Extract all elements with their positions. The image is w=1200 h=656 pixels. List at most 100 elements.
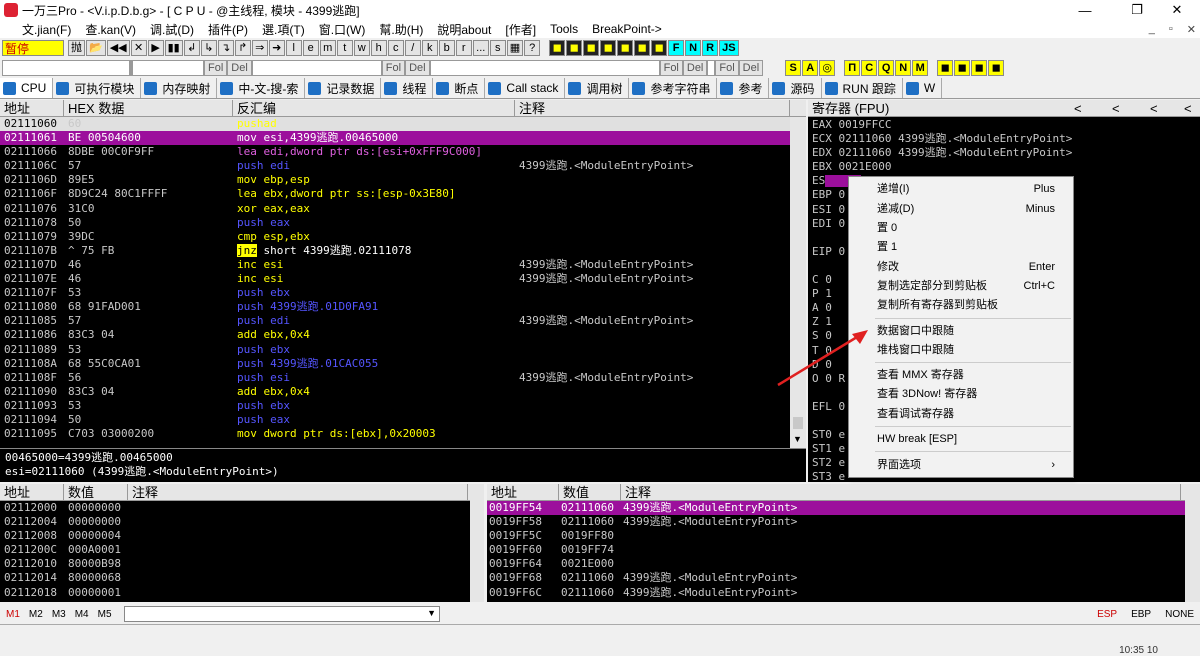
stack-row[interactable]: 0019FF5C 0019FF80 [487, 529, 1200, 543]
stack-row[interactable]: 0019FF60 0019FF74 [487, 543, 1200, 557]
toolbar-right-button-6[interactable]: ◼ [651, 40, 668, 56]
toolbar-right-button-4[interactable]: ◼ [617, 40, 634, 56]
toolbar-right-button-9[interactable]: R [702, 40, 719, 56]
mdi-close-button[interactable]: ✕ [1187, 23, 1196, 36]
toolbar-button-13[interactable]: e [302, 40, 319, 56]
col-disasm[interactable]: 反汇编 [233, 100, 515, 117]
delete-button-2[interactable]: Del [405, 60, 430, 76]
stack-row[interactable]: 0019FF58 02111060 4399逃跑.<ModuleEntryPoint… [487, 515, 1200, 529]
toolbar-button-3[interactable]: ✕ [130, 40, 147, 56]
stack-row[interactable]: 0019FF54 02111060 4399逃跑.<ModuleEntryPoint… [487, 501, 1200, 516]
menu-item-2[interactable]: 调.試(D) [150, 21, 194, 38]
toolbar-button-8[interactable]: ↴ [217, 40, 234, 56]
command-input-1[interactable] [2, 60, 130, 76]
toolbar-button-12[interactable]: l [285, 40, 302, 56]
context-menu-item-2[interactable]: 置 0 [849, 219, 1073, 238]
toolbar-right-button-10[interactable]: JS [719, 40, 739, 56]
mdi-minimize-button[interactable]: _ [1149, 23, 1155, 35]
register-line[interactable]: EDX 02111060 4399逃跑.<ModuleEntryPoint> [808, 146, 1200, 160]
dump-col-value[interactable]: 数值 [64, 484, 128, 501]
dump-pane[interactable]: 地址 数值 注释 02112000 00000000 02112004 0000000… [0, 484, 484, 602]
context-menu-item-8[interactable]: 堆栈窗口中跟随 [849, 341, 1073, 360]
mdi-restore-button[interactable]: ▫ [1169, 23, 1173, 35]
command-input-4[interactable] [429, 60, 660, 76]
toolbar-button-23[interactable]: ... [472, 40, 489, 56]
command-line-input[interactable]: ▼ [124, 606, 440, 622]
disasm-row[interactable]: 0211107B ^ 75 FB jnz short 4399逃跑.02111078 [0, 243, 806, 258]
toolbar-button-2[interactable]: ◀◀ [106, 40, 130, 56]
tab-0[interactable]: CPU [0, 78, 54, 98]
toolbar-button-6[interactable]: ↲ [183, 40, 200, 56]
toolbar-button-17[interactable]: h [370, 40, 387, 56]
tab-1[interactable]: 可执行模块 [53, 78, 142, 98]
mark-button-0[interactable]: M1 [6, 609, 20, 620]
disasm-row[interactable]: 02111080 68 91FAD001 push 4399逃跑.01D0FA91 [0, 300, 806, 314]
disassembly-pane[interactable]: 地址 HEX 数据 反汇编 注释 02111060 60 pushad 0211106… [0, 100, 806, 448]
plugin-button-4[interactable]: C [861, 60, 878, 76]
plugin-button-5[interactable]: Q [878, 60, 895, 76]
reg-nav-1[interactable]: < [1070, 100, 1082, 117]
follow-button-4[interactable]: Fol [715, 60, 739, 76]
plugin-button-8[interactable]: ◼ [937, 60, 954, 76]
tab-4[interactable]: 记录数据 [305, 78, 382, 98]
plugin-button-9[interactable]: ◼ [954, 60, 971, 76]
toolbar-button-15[interactable]: t [336, 40, 353, 56]
toolbar-button-7[interactable]: ↳ [200, 40, 217, 56]
delete-button-1[interactable]: Del [227, 60, 252, 76]
context-menu-item-6[interactable]: 复制所有寄存器到剪贴板 [849, 296, 1073, 315]
menu-item-7[interactable]: 說明about [437, 21, 491, 38]
disasm-row[interactable]: 02111066 8DBE 00C0F9FF lea edi,dword ptr d… [0, 145, 806, 159]
command-input-2[interactable] [132, 60, 204, 76]
toolbar-button-19[interactable]: / [404, 40, 421, 56]
context-menu-item-10[interactable]: 查看 3DNow! 寄存器 [849, 385, 1073, 404]
menu-item-1[interactable]: 查.kan(V) [85, 21, 136, 38]
plugin-button-10[interactable]: ◼ [971, 60, 988, 76]
toolbar-right-button-2[interactable]: ◼ [583, 40, 600, 56]
register-line[interactable]: EAX 0019FFCC [808, 118, 1200, 132]
menu-item-9[interactable]: Tools [550, 22, 578, 36]
plugin-button-6[interactable]: N [895, 60, 912, 76]
plugin-button-11[interactable]: ◼ [988, 60, 1005, 76]
disasm-row[interactable]: 02111093 53 push ebx [0, 399, 806, 413]
toolbar-right-button-3[interactable]: ◼ [600, 40, 617, 56]
disasm-row[interactable]: 02111090 83C3 04 add ebx,0x4 [0, 385, 806, 399]
tab-8[interactable]: 调用树 [565, 78, 630, 98]
command-input-3[interactable] [251, 60, 382, 76]
toolbar-button-5[interactable]: ▮▮ [164, 40, 183, 56]
menu-item-6[interactable]: 幫.助(H) [379, 21, 423, 38]
col-hex[interactable]: HEX 数据 [64, 100, 233, 117]
context-menu-item-5[interactable]: 复制选定部分到剪贴板 Ctrl+C [849, 277, 1073, 296]
toolbar-button-10[interactable]: ⇒ [251, 40, 268, 56]
toolbar-button-26[interactable]: ? [524, 40, 541, 56]
disasm-row[interactable]: 0211106D 89E5 mov ebp,esp [0, 173, 806, 187]
stack-row[interactable]: 0019FF64 0021E000 [487, 557, 1200, 571]
dropdown-chevron-icon[interactable]: ▼ [427, 608, 436, 618]
dump-row[interactable]: 02112000 00000000 [0, 501, 484, 515]
disasm-row[interactable]: 0211106C 57 push edi 4399逃跑.<ModuleEntryPoi… [0, 159, 806, 173]
dump-col-comment[interactable]: 注释 [128, 484, 468, 501]
menu-item-4[interactable]: 選.項(T) [262, 21, 305, 38]
context-menu-item-12[interactable]: HW break [ESP] [849, 430, 1073, 449]
toolbar-button-20[interactable]: k [421, 40, 438, 56]
menu-item-3[interactable]: 插件(P) [208, 21, 248, 38]
tab-5[interactable]: 线程 [381, 78, 434, 98]
follow-button-2[interactable]: Fol [381, 60, 406, 76]
stack-pane[interactable]: 地址 数值 注释 0019FF54 02111060 4399逃跑.<ModuleE… [487, 484, 1200, 602]
menu-item-5[interactable]: 窗.口(W) [319, 21, 366, 38]
toolbar-right-button-0[interactable]: ◼ [549, 40, 566, 56]
tab-11[interactable]: 源码 [769, 78, 822, 98]
dump-row[interactable]: 02112018 00000001 [0, 586, 484, 600]
toolbar-button-14[interactable]: m [319, 40, 336, 56]
toolbar-button-22[interactable]: r [455, 40, 472, 56]
tab-10[interactable]: 参考 [717, 78, 770, 98]
disasm-row[interactable]: 0211107E 46 inc esi 4399逃跑.<ModuleEntryPoin… [0, 272, 806, 286]
stack-scrollbar[interactable] [1185, 484, 1200, 602]
disasm-row[interactable]: 0211106F 8D9C24 80C1FFFF lea ebx,dword ptr… [0, 187, 806, 201]
toolbar-right-button-7[interactable]: F [668, 40, 685, 56]
tab-2[interactable]: 内存映射 [141, 78, 218, 98]
col-comment[interactable]: 注释 [515, 100, 790, 117]
disasm-row[interactable]: 0211107F 53 push ebx [0, 286, 806, 300]
context-menu-item-1[interactable]: 递减(D) Minus [849, 200, 1073, 219]
register-line[interactable]: EBX 0021E000 [808, 160, 1200, 174]
stack-mode-0[interactable]: ESP [1097, 609, 1117, 620]
